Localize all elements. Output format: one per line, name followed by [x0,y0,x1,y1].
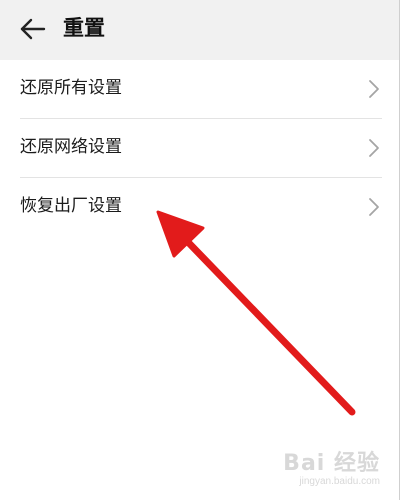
page-title: 重置 [63,16,105,40]
chevron-right-icon [368,197,380,217]
chevron-right-icon [368,79,380,99]
reset-all-settings-item[interactable]: 还原所有设置 [0,60,400,118]
list-item-label: 还原网络设置 [20,137,122,157]
settings-list: 还原所有设置 还原网络设置 恢复出厂设置 [0,60,400,500]
list-item-label: 恢复出厂设置 [20,196,122,216]
arrow-left-icon [20,18,46,40]
reset-network-settings-item[interactable]: 还原网络设置 [0,119,400,177]
app-header: 重置 [0,0,400,60]
list-item-label: 还原所有设置 [20,78,122,98]
factory-reset-item[interactable]: 恢复出厂设置 [0,178,400,236]
back-button[interactable] [18,14,48,44]
chevron-right-icon [368,138,380,158]
